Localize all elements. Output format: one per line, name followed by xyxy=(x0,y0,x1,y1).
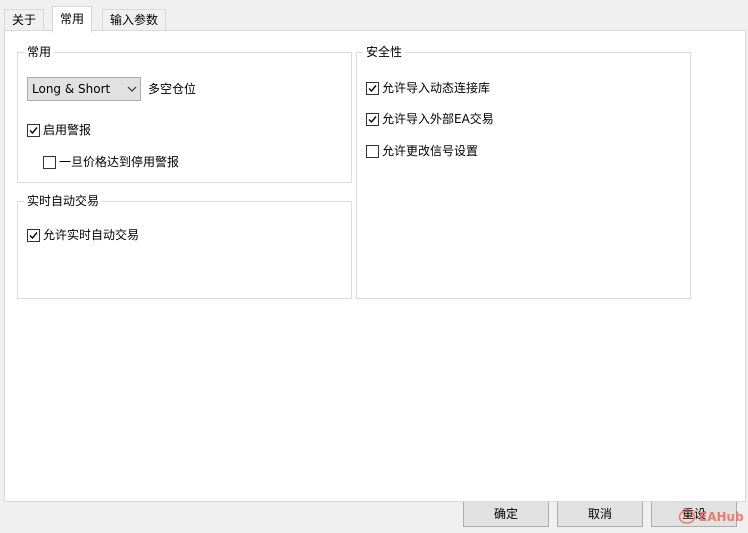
checkbox-checked-icon xyxy=(27,228,40,242)
eahub-watermark: EAHub xyxy=(678,507,744,527)
eahub-watermark-text: EAHub xyxy=(699,510,744,524)
disable-alerts-on-stop-checkbox[interactable]: 一旦价格达到停用警报 xyxy=(43,154,179,170)
tab-about[interactable]: 关于 xyxy=(4,9,45,32)
checkbox-unchecked-icon xyxy=(43,155,56,169)
position-mode-label: 多空仓位 xyxy=(148,82,197,96)
tab-input-parameters[interactable]: 输入参数 xyxy=(102,9,167,32)
allow-external-ea-import-checkbox[interactable]: 允许导入外部EA交易 xyxy=(366,111,494,127)
chevron-down-icon xyxy=(124,86,140,92)
disable-alerts-on-stop-label: 一旦价格达到停用警报 xyxy=(59,155,180,169)
tab-common[interactable]: 常用 xyxy=(52,6,93,33)
allow-live-trading-checkbox[interactable]: 允许实时自动交易 xyxy=(27,227,139,243)
enable-alerts-label: 启用警报 xyxy=(43,123,92,137)
checkbox-checked-icon xyxy=(27,123,40,137)
eahub-logo-icon xyxy=(678,508,696,527)
common-group-title: 常用 xyxy=(24,44,55,60)
allow-signal-settings-change-checkbox[interactable]: 允许更改信号设置 xyxy=(366,143,478,159)
cancel-button[interactable]: 取消 xyxy=(557,499,643,527)
checkbox-checked-icon xyxy=(366,112,379,126)
allow-external-ea-import-label: 允许导入外部EA交易 xyxy=(382,112,494,126)
live-trading-group: 实时自动交易 允许实时自动交易 xyxy=(17,193,352,299)
allow-signal-settings-change-label: 允许更改信号设置 xyxy=(382,144,479,158)
allow-dll-import-checkbox[interactable]: 允许导入动态连接库 xyxy=(366,80,490,96)
security-group-title: 安全性 xyxy=(363,44,406,60)
security-group: 安全性 允许导入动态连接库 允许导入外部EA交易 允许更改信号设置 xyxy=(356,44,691,299)
allow-live-trading-label: 允许实时自动交易 xyxy=(43,228,140,242)
enable-alerts-checkbox[interactable]: 启用警报 xyxy=(27,122,91,138)
common-group: 常用 Long & Short 多空仓位 启用警报 一旦价格达到停用警报 xyxy=(17,44,352,183)
position-mode-select[interactable]: Long & Short xyxy=(27,77,141,101)
allow-dll-import-label: 允许导入动态连接库 xyxy=(382,81,491,95)
live-trading-group-title: 实时自动交易 xyxy=(24,193,103,209)
tab-page-common: 常用 Long & Short 多空仓位 启用警报 一旦价格达到停用警报 实时自… xyxy=(4,30,746,502)
checkbox-checked-icon xyxy=(366,81,379,95)
ok-button[interactable]: 确定 xyxy=(463,499,549,527)
checkbox-unchecked-icon xyxy=(366,144,379,158)
position-mode-value: Long & Short xyxy=(32,82,111,96)
